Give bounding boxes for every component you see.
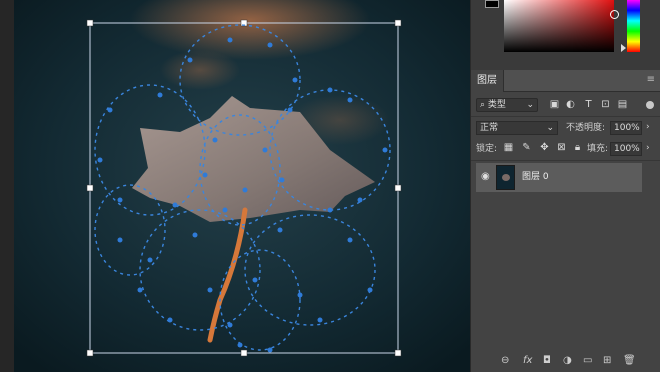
color-panel	[471, 0, 660, 70]
filter-toggle-icon[interactable]	[646, 101, 654, 109]
color-picker-field[interactable]	[504, 0, 619, 52]
layer-filter-row: ⌕ 类型 ⌄ ▣ ◐ T ⊡ ▤	[471, 94, 660, 114]
document-canvas[interactable]	[0, 0, 470, 372]
new-layer-icon[interactable]: ⊞	[603, 355, 611, 367]
layer-name[interactable]: 图层 0	[522, 171, 549, 183]
hue-slider-arrow-icon[interactable]	[621, 44, 626, 52]
link-layers-icon[interactable]: ⊖	[501, 355, 509, 367]
tab-layers[interactable]: 图层	[471, 70, 504, 92]
divider	[471, 160, 660, 161]
search-icon: ⌕	[480, 100, 488, 110]
color-picker-ring[interactable]	[610, 10, 619, 19]
opacity-field[interactable]: 100%	[610, 121, 642, 135]
lock-image-pixels-icon[interactable]: ✎	[521, 142, 532, 153]
lock-all-icon[interactable]: 🔒︎	[572, 142, 583, 153]
lock-label: 锁定:	[476, 144, 498, 154]
eye-icon[interactable]: ◉	[481, 172, 490, 182]
blend-mode-select[interactable]: 正常 ⌄	[476, 121, 558, 135]
lock-row: 锁定: ▦ ✎ ✥ ⊠ 🔒︎ 填充: 100% ›	[471, 139, 660, 159]
pixel-filter-icon[interactable]: ▣	[549, 99, 560, 110]
lock-position-icon[interactable]: ✥	[539, 142, 550, 153]
panel-menu-icon[interactable]: ≡	[647, 74, 655, 86]
shape-filter-icon[interactable]: ⊡	[600, 99, 611, 110]
chevron-down-icon: ⌄	[546, 123, 554, 133]
opacity-label: 不透明度:	[566, 123, 606, 133]
blend-mode-value: 正常	[480, 123, 499, 133]
opacity-dropdown-icon[interactable]: ›	[646, 121, 650, 133]
adjustment-filter-icon[interactable]: ◐	[565, 99, 576, 110]
chevron-down-icon: ⌄	[526, 100, 534, 110]
fill-label: 填充:	[587, 144, 609, 154]
fill-field[interactable]: 100%	[610, 142, 642, 156]
filter-label: 类型	[487, 100, 506, 110]
layer-filter-select[interactable]: ⌕ 类型 ⌄	[476, 98, 538, 112]
trash-icon[interactable]: 🗑︎	[623, 355, 636, 367]
canvas-image	[0, 0, 470, 372]
layer-row[interactable]: ◉ 图层 0	[476, 163, 642, 192]
fx-icon[interactable]: fx	[523, 355, 532, 367]
layers-bottom-bar: ⊖ fx ◘ ◑ ▭ ⊞ 🗑︎	[471, 350, 660, 372]
artboard-lock-icon[interactable]: ⊠	[556, 142, 567, 153]
fill-dropdown-icon[interactable]: ›	[646, 142, 650, 154]
foreground-color-swatch[interactable]	[485, 0, 499, 8]
type-filter-icon[interactable]: T	[583, 99, 594, 110]
divider	[471, 116, 660, 117]
right-panel: 图层 ≡ ⌕ 类型 ⌄ ▣ ◐ T ⊡ ▤ 正常 ⌄ 不透明度: 100% › 锁…	[470, 0, 660, 372]
smart-object-filter-icon[interactable]: ▤	[617, 99, 628, 110]
blend-row: 正常 ⌄ 不透明度: 100% ›	[471, 118, 660, 138]
lock-transparent-icon[interactable]: ▦	[503, 142, 514, 153]
layer-thumbnail	[496, 165, 515, 190]
group-folder-icon[interactable]: ▭	[583, 355, 592, 367]
adjustment-layer-icon[interactable]: ◑	[563, 355, 572, 367]
add-mask-icon[interactable]: ◘	[543, 355, 551, 367]
hue-slider[interactable]	[627, 0, 640, 52]
layers-tabbar: 图层 ≡	[471, 70, 660, 92]
